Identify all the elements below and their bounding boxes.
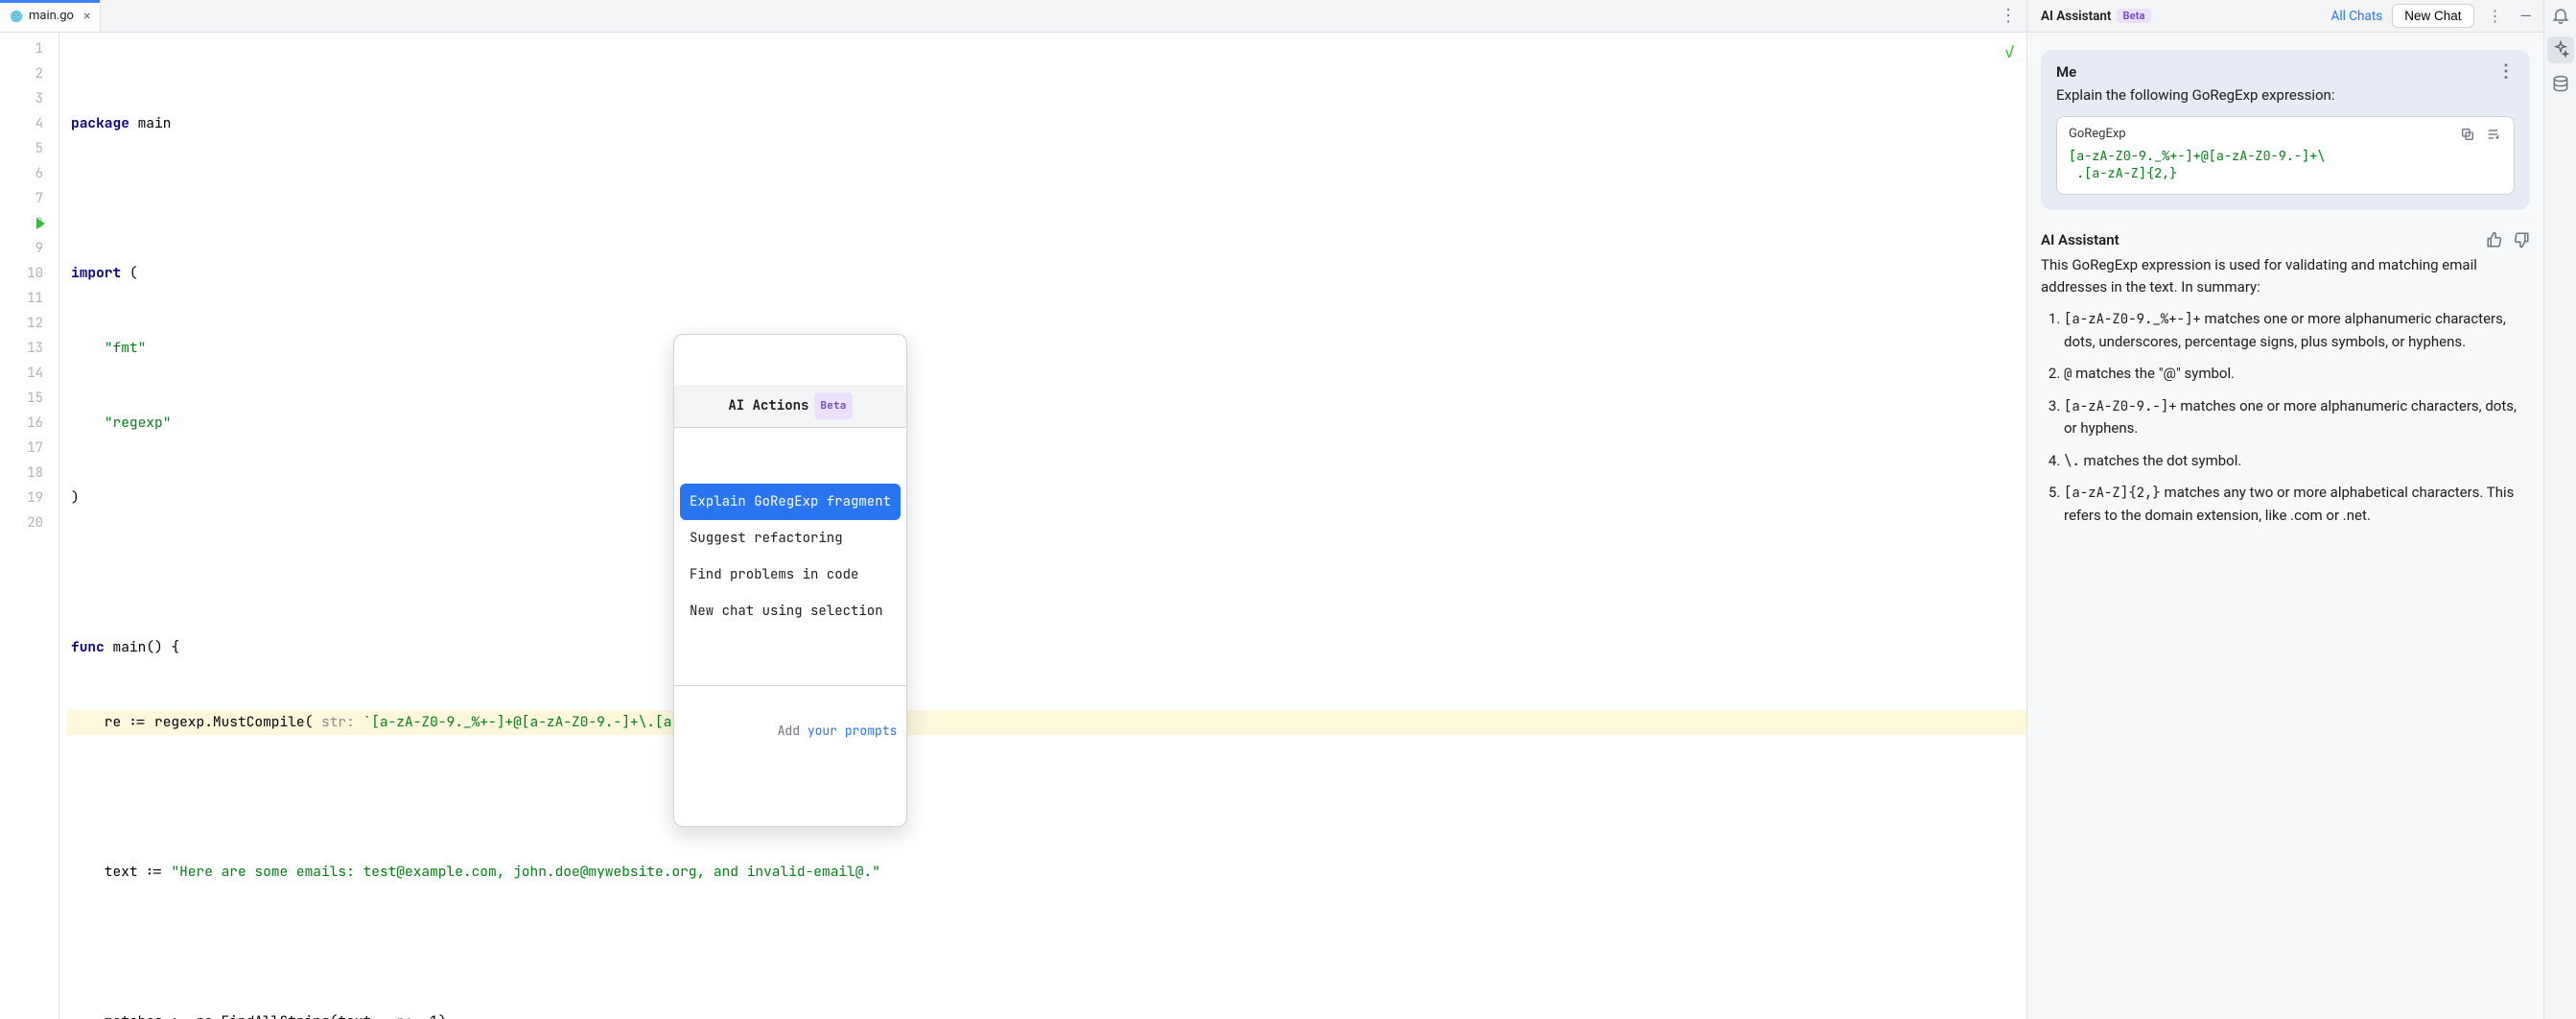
thumbs-up-icon[interactable] [2486, 231, 2503, 249]
chat-header: AI Assistant Beta All Chats New Chat ⋮ — [2027, 0, 2543, 33]
gutter-line: 1 [0, 36, 59, 61]
tabbar-overflow-icon[interactable]: ⋮ [1990, 6, 2026, 26]
ai-actions-list: Explain GoRegExp fragmentSuggest refacto… [674, 478, 906, 635]
gutter-line: 2 [0, 61, 59, 86]
code-line [67, 186, 2026, 211]
ai-actions-popup: AI Actions Beta Explain GoRegExp fragmen… [673, 334, 907, 827]
explanation-code: [a-zA-Z0-9._%+-]+ [2064, 311, 2201, 328]
footer-add-text: Add [778, 723, 808, 739]
user-name: Me [2056, 63, 2076, 81]
explanation-item: \. matches the dot symbol. [2064, 450, 2530, 473]
assistant-name: AI Assistant [2041, 231, 2119, 249]
gutter-line: 20 [0, 510, 59, 535]
gutter-line: 5 [0, 136, 59, 161]
your-prompts-link[interactable]: your prompts [808, 723, 898, 739]
gutter-line: 14 [0, 361, 59, 386]
code-line [67, 560, 2026, 585]
gutter-line: 19 [0, 486, 59, 510]
ai-actions-footer: Add your prompts [674, 685, 906, 776]
code-line: package main [67, 111, 2026, 136]
code-line: "fmt" [67, 336, 2026, 361]
copy-icon[interactable] [2460, 127, 2475, 142]
gutter-line: 3 [0, 86, 59, 111]
close-tab-icon[interactable]: × [83, 10, 90, 23]
gutter-line: 17 [0, 436, 59, 461]
explanation-item: [a-zA-Z0-9._%+-]+ matches one or more al… [2064, 308, 2530, 353]
gutter-line: 13 [0, 336, 59, 361]
code-block: GoRegExp [a-zA-Z0-9._%+-]+@[a-zA-Z0-9.-]… [2056, 116, 2515, 195]
gutter-line: 16 [0, 411, 59, 436]
chat-scroll[interactable]: Me ⋮ Explain the following GoRegExp expr… [2027, 33, 2543, 1019]
beta-badge: Beta [814, 392, 852, 419]
beta-badge: Beta [2117, 9, 2150, 23]
gutter-line: 10 [0, 261, 59, 286]
editor-body: 1234567891011121314151617181920 ✓ packag… [0, 33, 2026, 1019]
app-root: main.go × ⋮ 1234567891011121314151617181… [0, 0, 2576, 1019]
thumbs-down-icon[interactable] [2513, 231, 2530, 249]
assistant-message: AI Assistant This GoRegExp expression is… [2041, 231, 2530, 528]
code-line: func main() { [67, 635, 2026, 660]
all-chats-link[interactable]: All Chats [2331, 9, 2383, 24]
line-gutter: 1234567891011121314151617181920 [0, 33, 59, 1019]
ai-actions-header: AI Actions Beta [674, 385, 906, 428]
code-line [67, 785, 2026, 810]
assistant-intro: This GoRegExp expression is used for val… [2041, 256, 2477, 296]
explanation-code: [a-zA-Z0-9.-]+ [2064, 398, 2177, 415]
code-line: re := regexp.MustCompile( str: `[a-zA-Z0… [67, 710, 2026, 735]
chat-overflow-icon[interactable]: ⋮ [2484, 9, 2507, 24]
chat-panel-title: AI Assistant Beta [2041, 9, 2151, 24]
insert-icon[interactable] [2485, 127, 2502, 142]
ai-actions-title: AI Actions [728, 393, 808, 418]
editor-column: main.go × ⋮ 1234567891011121314151617181… [0, 0, 2027, 1019]
gutter-line: 12 [0, 311, 59, 336]
ai-action-item[interactable]: Suggest refactoring [680, 520, 901, 557]
gutter-line: 9 [0, 236, 59, 261]
explanation-text: matches the "@" symbol. [2072, 365, 2235, 382]
code-line: matches := re.FindAllString(text, n: -1) [67, 1009, 2026, 1019]
assistant-body: This GoRegExp expression is used for val… [2041, 254, 2530, 528]
code-line: ) [67, 486, 2026, 510]
ai-assistant-panel: AI Assistant Beta All Chats New Chat ⋮ —… [2027, 0, 2543, 1019]
code-block-line: .[a-zA-Z]{2,} [2069, 165, 2502, 182]
database-rail-icon[interactable] [2551, 75, 2570, 94]
code-block-lang: GoRegExp [2069, 127, 2126, 141]
ai-assistant-rail-icon[interactable] [2547, 36, 2574, 63]
minimize-panel-icon[interactable]: — [2517, 9, 2537, 24]
gutter-line: 6 [0, 161, 59, 186]
go-file-icon [10, 10, 23, 23]
right-rail [2543, 0, 2576, 1019]
new-chat-button[interactable]: New Chat [2392, 4, 2473, 28]
user-message-text: Explain the following GoRegExp expressio… [2056, 84, 2515, 107]
code-line [67, 935, 2026, 960]
gutter-line: 18 [0, 461, 59, 486]
message-overflow-icon[interactable]: ⋮ [2497, 63, 2515, 81]
file-tab-main-go[interactable]: main.go × [0, 0, 101, 32]
inspection-ok-icon: ✓ [2004, 40, 2015, 65]
explanation-code: \. [2064, 453, 2080, 470]
explanation-code: [a-zA-Z]{2,} [2064, 485, 2161, 502]
explanation-item: [a-zA-Z0-9.-]+ matches one or more alpha… [2064, 395, 2530, 440]
code-line: import ( [67, 261, 2026, 286]
code-block-line: [a-zA-Z0-9._%+-]+@[a-zA-Z0-9.-]+\ [2069, 148, 2502, 165]
code-line: text := "Here are some emails: test@exam… [67, 860, 2026, 885]
ai-action-item[interactable]: New chat using selection [680, 593, 901, 629]
gutter-line: 4 [0, 111, 59, 136]
ai-action-item[interactable]: Find problems in code [680, 557, 901, 593]
gutter-line: 8 [0, 211, 59, 236]
explanation-item: @ matches the "@" symbol. [2064, 363, 2530, 386]
file-tab-label: main.go [29, 9, 74, 23]
explanation-list: [a-zA-Z0-9._%+-]+ matches one or more al… [2041, 308, 2530, 527]
ai-action-item[interactable]: Explain GoRegExp fragment [680, 484, 901, 520]
code-line: "regexp" [67, 411, 2026, 436]
explanation-item: [a-zA-Z]{2,} matches any two or more alp… [2064, 482, 2530, 527]
explanation-text: matches the dot symbol. [2080, 452, 2242, 469]
user-message-bubble: Me ⋮ Explain the following GoRegExp expr… [2041, 50, 2530, 210]
notifications-icon[interactable] [2551, 6, 2570, 25]
gutter-line: 15 [0, 386, 59, 411]
editor-tabbar: main.go × ⋮ [0, 0, 2026, 33]
gutter-line: 7 [0, 186, 59, 211]
gutter-line: 11 [0, 286, 59, 311]
code-area[interactable]: ✓ package main import ( "fmt" "regexp" )… [59, 33, 2026, 1019]
